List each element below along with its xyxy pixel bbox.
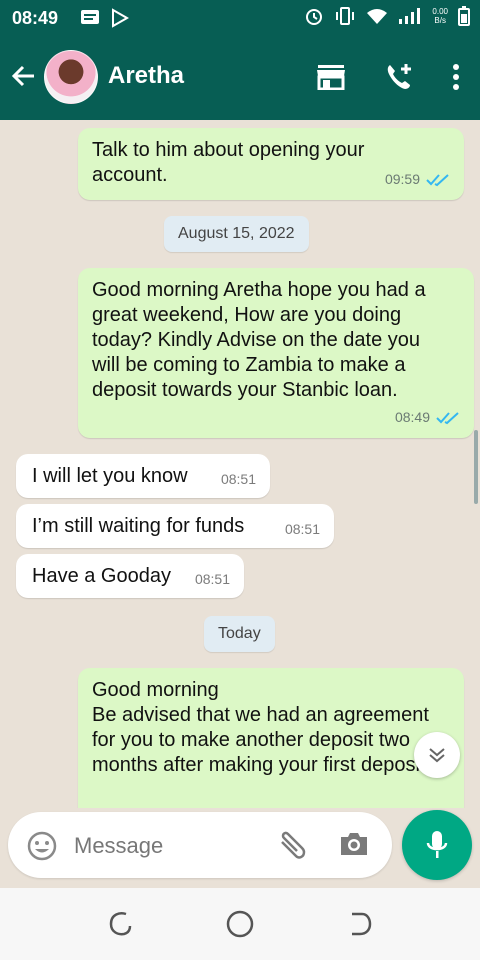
emoji-icon[interactable] bbox=[26, 830, 58, 862]
message-incoming[interactable]: I’m still waiting for funds 08:51 bbox=[16, 504, 334, 548]
message-text: I will let you know bbox=[32, 465, 188, 487]
message-text: I’m still waiting for funds bbox=[32, 515, 245, 537]
scroll-to-bottom-button[interactable] bbox=[414, 732, 460, 778]
contact-name[interactable]: Aretha bbox=[108, 62, 184, 90]
status-bar: 08:49 0.00 B/s bbox=[0, 0, 480, 34]
message-time: 08:51 bbox=[284, 521, 320, 537]
chat-header: Aretha bbox=[0, 34, 480, 120]
message-time: 08:51 bbox=[220, 471, 256, 487]
message-notification-icon bbox=[81, 10, 99, 24]
message-incoming[interactable]: I will let you know 08:51 bbox=[16, 454, 270, 498]
message-outgoing[interactable]: Good morning Be advised that we had an a… bbox=[78, 668, 464, 808]
message-time: 08:49 bbox=[394, 409, 430, 425]
read-ticks-icon bbox=[426, 173, 449, 186]
composer bbox=[0, 808, 480, 888]
double-chevron-down-icon bbox=[429, 748, 445, 763]
mic-icon bbox=[426, 831, 448, 858]
message-text: Have a Gooday bbox=[32, 565, 171, 587]
scrollbar[interactable] bbox=[474, 430, 478, 504]
battery-icon bbox=[458, 6, 470, 26]
message-outgoing[interactable]: Good morning Aretha hope you had a great… bbox=[78, 268, 474, 438]
avatar[interactable] bbox=[44, 50, 98, 104]
add-call-icon[interactable] bbox=[384, 62, 414, 92]
message-text: Talk to him about opening your account. bbox=[92, 139, 365, 186]
read-ticks-icon bbox=[436, 411, 459, 424]
message-text: Good morning Aretha hope you had a great… bbox=[92, 279, 426, 401]
play-store-icon bbox=[112, 8, 130, 28]
wifi-icon bbox=[367, 9, 388, 24]
network-speed: 0.00 B/s bbox=[432, 7, 448, 25]
vibrate-icon bbox=[336, 7, 355, 25]
voice-message-button[interactable] bbox=[402, 810, 472, 880]
more-vert-icon[interactable] bbox=[452, 63, 460, 91]
message-text: Good morning Be advised that we had an a… bbox=[92, 679, 432, 776]
back-nav-icon[interactable] bbox=[346, 910, 374, 938]
signal-icon bbox=[399, 8, 421, 24]
message-incoming[interactable]: Have a Gooday 08:51 bbox=[16, 554, 244, 598]
status-time: 08:49 bbox=[12, 8, 59, 28]
recent-apps-icon[interactable] bbox=[106, 910, 134, 938]
chat-messages[interactable]: Talk to him about opening your account. … bbox=[0, 120, 480, 808]
message-outgoing[interactable]: Talk to him about opening your account. … bbox=[78, 128, 464, 200]
alarm-icon bbox=[306, 9, 323, 25]
attach-icon[interactable] bbox=[276, 830, 310, 862]
date-divider: August 15, 2022 bbox=[164, 216, 309, 252]
camera-icon[interactable] bbox=[338, 830, 370, 858]
message-time: 08:51 bbox=[194, 571, 230, 587]
store-icon[interactable] bbox=[316, 64, 346, 90]
back-arrow-icon[interactable] bbox=[10, 62, 38, 90]
date-divider: Today bbox=[204, 616, 275, 652]
message-time: 09:59 bbox=[384, 171, 420, 187]
home-icon[interactable] bbox=[226, 910, 254, 938]
system-nav-bar bbox=[0, 888, 480, 960]
message-input[interactable] bbox=[72, 830, 266, 862]
message-field-container bbox=[8, 812, 392, 878]
